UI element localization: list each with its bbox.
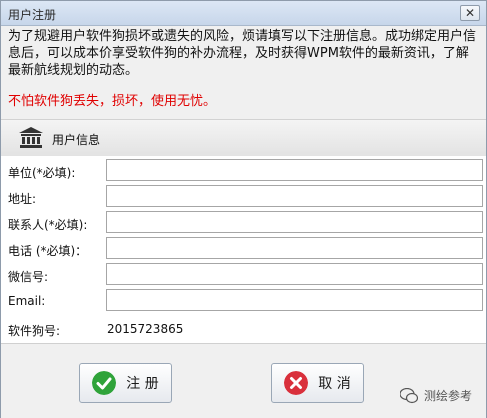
wechat-input[interactable] xyxy=(106,263,483,285)
user-info-section-header: 用户信息 xyxy=(1,119,486,157)
warning-text: 不怕软件狗丢失，损坏，使用无忧。 xyxy=(8,94,217,109)
x-circle-icon xyxy=(284,371,309,395)
field-label-email: Email: xyxy=(8,294,46,308)
bank-icon xyxy=(19,127,43,148)
field-label-phone: 电话 (*必填)： xyxy=(8,244,88,258)
user-info-form: 单位(*必填): 地址: 联系人(*必填): 电话 (*必填)： 微信号: Em… xyxy=(1,156,486,343)
title-bar: 用户注册 ✕ xyxy=(1,1,486,26)
field-label-company: 单位(*必填): xyxy=(8,166,76,180)
field-label-contact: 联系人(*必填): xyxy=(8,218,88,232)
dongle-number-value: 2015723865 xyxy=(107,322,184,336)
company-input[interactable] xyxy=(106,159,483,181)
wechat-icon xyxy=(399,387,418,403)
intro-text: 为了规避用户软件狗损坏或遗失的风险，烦请填写以下注册信息。成功绑定用户信息后，可… xyxy=(8,29,477,78)
register-button[interactable]: 注 册 xyxy=(79,363,172,403)
email-input[interactable] xyxy=(106,289,483,311)
close-button[interactable]: ✕ xyxy=(460,5,480,21)
close-icon: ✕ xyxy=(464,6,476,20)
cancel-button-label: 取 消 xyxy=(318,376,351,392)
address-input[interactable] xyxy=(106,185,483,207)
registration-dialog: 用户注册 ✕ 为了规避用户软件狗损坏或遗失的风险，烦请填写以下注册信息。成功绑定… xyxy=(0,0,487,418)
field-label-address: 地址: xyxy=(8,192,37,206)
watermark-text: 测绘参考 xyxy=(423,389,472,403)
watermark: 测绘参考 xyxy=(399,387,472,404)
section-title: 用户信息 xyxy=(52,133,101,147)
register-button-label: 注 册 xyxy=(126,376,159,392)
check-circle-icon xyxy=(92,371,117,395)
phone-input[interactable] xyxy=(106,237,483,259)
contact-input[interactable] xyxy=(106,211,483,233)
dialog-footer: 注 册 取 消 测绘参考 xyxy=(1,343,486,418)
dongle-number-label: 软件狗号: xyxy=(8,324,61,338)
cancel-button[interactable]: 取 消 xyxy=(271,363,364,403)
window-title: 用户注册 xyxy=(8,8,57,22)
field-label-wechat: 微信号: xyxy=(8,270,49,284)
